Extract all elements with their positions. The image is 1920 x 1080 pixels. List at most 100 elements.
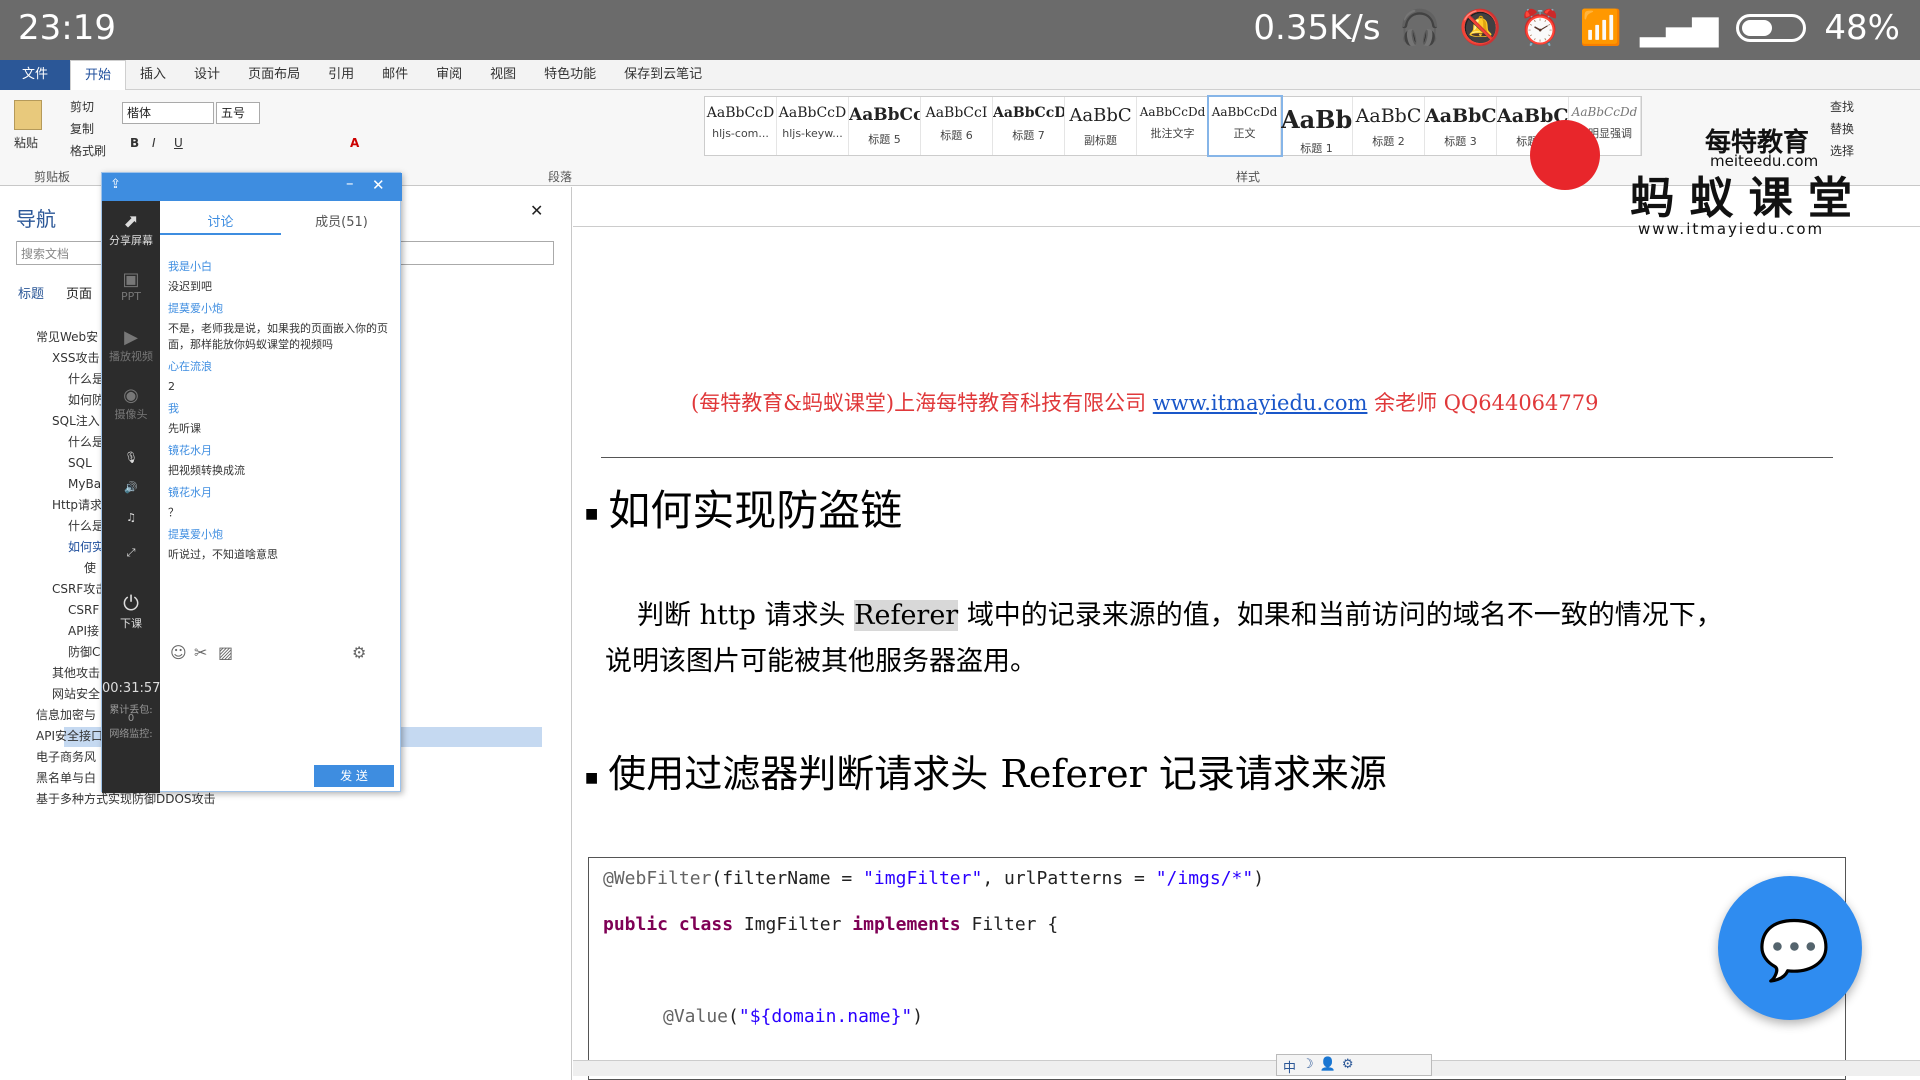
power-icon: ⏻ — [123, 591, 139, 615]
paragraph-line-1: 判断 http 请求头 Referer 域中的记录来源的值，如果和当前访问的域名… — [637, 600, 1723, 631]
alarm-icon: ⏰ — [1519, 8, 1562, 48]
nav-title: 导航 — [16, 207, 56, 231]
paragraph-group-label: 段落 — [548, 170, 573, 184]
chat-message: 镜花水月？ — [168, 486, 212, 519]
tab-references[interactable]: 引用 — [314, 60, 368, 90]
user-icon[interactable]: 👤 — [1320, 1057, 1336, 1073]
chat-message: 心在流浪 2 — [168, 360, 212, 393]
style-item[interactable]: AaBbCcD hljs-keyw... — [777, 97, 849, 155]
underline-button[interactable]: U — [174, 136, 183, 150]
ribbon-tabs: 文件 开始 插入 设计 页面布局 引用 邮件 审阅 视图 特色功能 保存到云笔记 — [0, 59, 1920, 90]
font-name-select[interactable]: 楷体 — [122, 102, 214, 124]
camera-button[interactable]: ◉ 摄像头 — [102, 385, 160, 422]
speaker-icon[interactable]: 🔊 — [102, 481, 160, 494]
font-size-select[interactable]: 五号 — [216, 102, 260, 124]
tab-members[interactable]: 成员(51) — [281, 201, 402, 235]
ppt-button[interactable]: ▣ PPT — [102, 269, 160, 303]
header-rule — [601, 457, 1833, 458]
style-item[interactable]: AaBbCc 标题 5 — [849, 97, 921, 155]
tab-discussion[interactable]: 讨论 — [160, 201, 281, 235]
ime-toolbar[interactable]: 中 ☽ 👤 ⚙ — [1276, 1054, 1432, 1076]
video-icon: ▶ — [124, 327, 138, 348]
close-icon[interactable]: ✕ — [372, 176, 385, 194]
tab-design[interactable]: 设计 — [180, 60, 234, 90]
classroom-chat-panel: ✕ – ⇪ ⬈ 分享屏幕 ▣ PPT ▶ 播放视频 ◉ 摄像头 🎙 🔊 ♫ ⤢ ⏻ 下课 … — [101, 172, 402, 793]
code-line: public class ImgFilter implements Filter… — [603, 914, 1059, 935]
style-item[interactable]: AaBbC 副标题 — [1065, 97, 1137, 155]
style-item[interactable]: AaBbCcD 标题 7 — [993, 97, 1065, 155]
share-icon[interactable]: ⇪ — [110, 177, 121, 192]
status-time: 23:19 — [18, 8, 116, 48]
screen-icon: ⬈ — [123, 211, 139, 232]
header-link[interactable]: www.itmayiedu.com — [1153, 391, 1368, 415]
format-painter-button[interactable]: 格式刷 — [70, 142, 106, 159]
mute-icon: 🔕 — [1458, 8, 1502, 48]
paste-button[interactable]: 粘贴 — [14, 134, 38, 151]
style-item[interactable]: AaBbC 标题 3 — [1425, 97, 1497, 155]
fullscreen-icon[interactable]: ⤢ — [102, 546, 160, 560]
paragraph-line-2: 说明该图片可能被其他服务器盗用。 — [605, 646, 1037, 677]
tab-home[interactable]: 开始 — [70, 59, 127, 90]
signal-icon: ▂▄▆ — [1639, 8, 1719, 48]
tab-insert[interactable]: 插入 — [126, 60, 180, 90]
clipboard-group-label: 剪贴板 — [34, 170, 71, 184]
italic-button[interactable]: I — [152, 136, 156, 150]
scissors-icon[interactable]: ✂ — [194, 643, 207, 662]
style-item[interactable]: AaBb 标题 1 — [1281, 97, 1353, 155]
paste-icon[interactable] — [14, 100, 42, 130]
tab-mailings[interactable]: 邮件 — [368, 60, 422, 90]
moon-icon[interactable]: ☽ — [1302, 1057, 1314, 1073]
ime-mode[interactable]: 中 — [1283, 1057, 1296, 1076]
style-gallery: AaBbCcD hljs-com... AaBbCcD hljs-keyw... A… — [704, 95, 1642, 157]
ppt-icon: ▣ — [122, 269, 140, 290]
play-video-button[interactable]: ▶ 播放视频 — [102, 327, 160, 364]
battery-icon — [1736, 14, 1807, 42]
minimize-icon[interactable]: – — [346, 174, 354, 192]
settings-icon[interactable]: ⚙ — [352, 643, 366, 662]
copy-button[interactable]: 复制 — [70, 120, 94, 137]
image-icon[interactable]: ▨ — [218, 643, 233, 662]
net-speed: 0.35K/s — [1253, 8, 1381, 48]
tab-cloud-note[interactable]: 保存到云笔记 — [610, 60, 716, 90]
style-item[interactable]: AaBbCcDd 批注文字 — [1137, 97, 1209, 155]
highlighted-word: Referer — [854, 600, 959, 631]
emoji-icon[interactable]: ☺ — [170, 643, 187, 662]
mic-icon[interactable]: 🎙 — [102, 451, 160, 464]
camera-icon: ◉ — [123, 385, 139, 406]
chat-message: 提莫爱小炮 听说过，不知道啥意思 — [168, 528, 278, 561]
share-screen-button[interactable]: ⬈ 分享屏幕 — [102, 211, 160, 248]
chat-message: 镜花水月 把视频转换成流 — [168, 444, 245, 477]
style-item[interactable]: AaBbCcI 标题 6 — [921, 97, 993, 155]
end-class-button[interactable]: ⏻ 下课 — [102, 591, 160, 631]
gear-icon[interactable]: ⚙ — [1342, 1057, 1354, 1073]
cut-button[interactable]: 剪切 — [70, 98, 94, 115]
close-icon[interactable]: ✕ — [530, 201, 543, 220]
nav-tab-headings[interactable]: 标题 — [18, 283, 44, 302]
font-color-icon[interactable]: A — [350, 136, 359, 150]
chat-message: 提莫爱小炮 不是，老师我是说，如果我的页面嵌入你的页面，那样能放你妈蚁课堂的视频吗 — [168, 302, 388, 351]
tab-features[interactable]: 特色功能 — [530, 60, 610, 90]
chat-message: 我先听课 — [168, 402, 201, 435]
horizontal-scrollbar[interactable] — [573, 1060, 1920, 1076]
music-icon[interactable]: ♫ — [102, 511, 160, 524]
send-button[interactable]: 发 送 — [314, 765, 394, 787]
ant-logo-icon — [1530, 120, 1600, 190]
bold-button[interactable]: B — [130, 136, 139, 150]
page-header: (每特教育&蚂蚁课堂)上海每特教育科技有限公司 www.itmayiedu.co… — [691, 387, 1598, 417]
chat-message: 我是小白 没迟到吧 — [168, 260, 212, 293]
tab-layout[interactable]: 页面布局 — [234, 60, 314, 90]
tab-review[interactable]: 审阅 — [422, 60, 476, 90]
style-item[interactable]: AaBbCcD hljs-com... — [705, 97, 777, 155]
heading-anti-hotlink: ■ 如何实现防盗链 — [585, 486, 903, 535]
chat-tabs: 讨论 成员(51) — [160, 201, 402, 235]
brand-logo: 每特教育 meiteedu.com 蚂 蚁 课 堂 www.itmayiedu.… — [1510, 100, 1910, 250]
nav-tab-pages[interactable]: 页面 — [66, 283, 92, 302]
style-item[interactable]: AaBbC 标题 2 — [1353, 97, 1425, 155]
network-monitor-label: 网络监控: — [109, 729, 153, 740]
class-timer: 00:31:57 — [102, 681, 161, 696]
tab-file[interactable]: 文件 — [0, 59, 71, 90]
status-indicators: 0.35K/s 🎧 🔕 ⏰ 📶 ▂▄▆ 48% — [1253, 8, 1900, 48]
chat-bubble-button[interactable]: 💬 — [1718, 876, 1862, 1020]
style-item-selected[interactable]: AaBbCcDd 正文 — [1207, 95, 1283, 157]
tab-view[interactable]: 视图 — [476, 60, 530, 90]
